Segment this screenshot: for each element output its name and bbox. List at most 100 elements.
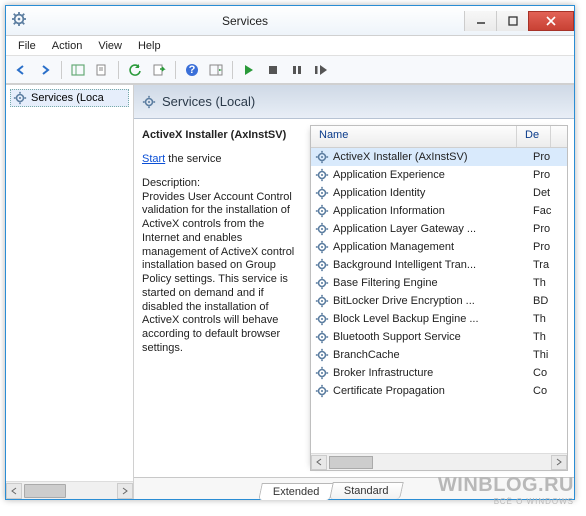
tab-extended[interactable]: Extended	[258, 483, 334, 500]
window-controls	[464, 11, 574, 31]
gear-icon	[315, 348, 329, 362]
menu-action[interactable]: Action	[44, 38, 91, 54]
column-name[interactable]: Name	[311, 126, 517, 147]
description-text: Provides User Account Control validation…	[142, 191, 304, 356]
list-header-label: Services (Local)	[162, 94, 255, 109]
gear-icon	[315, 294, 329, 308]
service-row[interactable]: Background Intelligent Tran...Tra	[311, 256, 567, 274]
start-service-button[interactable]	[238, 59, 260, 81]
close-button[interactable]	[528, 11, 574, 31]
refresh-button[interactable]	[124, 59, 146, 81]
forward-button[interactable]	[34, 59, 56, 81]
toolbar: ?	[6, 56, 574, 84]
service-desc: Fac	[533, 205, 567, 217]
toolbar-separator	[61, 61, 62, 79]
export-button[interactable]	[148, 59, 170, 81]
service-desc: Thi	[533, 349, 567, 361]
service-name: Application Management	[333, 241, 529, 253]
gear-icon	[142, 95, 156, 109]
help-button[interactable]: ?	[181, 59, 203, 81]
service-desc: Th	[533, 277, 567, 289]
service-row[interactable]: Application Management Pro	[311, 238, 567, 256]
tree-root-services[interactable]: Services (Loca	[10, 89, 129, 107]
detail-pane: ActiveX Installer (AxInstSV) Start the s…	[140, 125, 310, 471]
show-hide-tree-button[interactable]	[67, 59, 89, 81]
maximize-button[interactable]	[496, 11, 528, 31]
menu-view[interactable]: View	[90, 38, 130, 54]
stop-service-button[interactable]	[262, 59, 284, 81]
scroll-right-icon[interactable]	[551, 455, 567, 470]
service-row[interactable]: Block Level Backup Engine ...Th	[311, 310, 567, 328]
gear-icon	[315, 258, 329, 272]
tree: Services (Loca	[6, 85, 133, 481]
column-headers: Name De	[311, 126, 567, 148]
service-row[interactable]: Broker InfrastructureCo	[311, 364, 567, 382]
service-desc: Co	[533, 385, 567, 397]
selected-service-name: ActiveX Installer (AxInstSV)	[142, 129, 304, 141]
window-title: Services	[26, 14, 464, 28]
restart-service-button[interactable]	[310, 59, 332, 81]
menu-file[interactable]: File	[10, 38, 44, 54]
service-row[interactable]: Bluetooth Support Service Th	[311, 328, 567, 346]
service-name: Bluetooth Support Service	[333, 331, 529, 343]
gear-icon	[315, 150, 329, 164]
tab-standard[interactable]: Standard	[330, 482, 404, 499]
tree-root-label: Services (Loca	[31, 92, 104, 104]
properties-button[interactable]	[91, 59, 113, 81]
scroll-right-icon[interactable]	[117, 483, 133, 499]
menu-help[interactable]: Help	[130, 38, 169, 54]
content-area: ActiveX Installer (AxInstSV) Start the s…	[134, 119, 574, 477]
scroll-left-icon[interactable]	[311, 455, 327, 470]
services-window: Services File Action View Help ?	[5, 5, 575, 500]
service-row[interactable]: Application Information Fac	[311, 202, 567, 220]
service-name: Application Layer Gateway ...	[333, 223, 529, 235]
gear-icon	[315, 312, 329, 326]
service-desc: Pro	[533, 241, 567, 253]
service-row[interactable]: Application Experience Pro	[311, 166, 567, 184]
column-description[interactable]: De	[517, 126, 551, 147]
service-name: Base Filtering Engine	[333, 277, 529, 289]
service-desc: Pro	[533, 169, 567, 181]
body-split: Services (Loca Services (Local) ActiveX …	[6, 84, 574, 499]
service-row[interactable]: Base Filtering Engine Th	[311, 274, 567, 292]
service-row[interactable]: BranchCacheThi	[311, 346, 567, 364]
start-link[interactable]: Start	[142, 153, 165, 165]
gear-icon	[315, 204, 329, 218]
titlebar: Services	[6, 6, 574, 36]
service-row[interactable]: ActiveX Installer (AxInstSV)Pro	[311, 148, 567, 166]
service-name: Application Experience	[333, 169, 529, 181]
description-label: Description:	[142, 177, 304, 191]
service-row[interactable]: Application IdentityDet	[311, 184, 567, 202]
service-name: Certificate Propagation	[333, 385, 529, 397]
toolbar-separator	[232, 61, 233, 79]
scroll-thumb[interactable]	[329, 456, 373, 469]
start-line: Start the service	[142, 153, 304, 167]
view-tabs: Extended Standard	[134, 477, 574, 499]
scroll-left-icon[interactable]	[6, 483, 22, 499]
start-suffix: the service	[165, 153, 221, 165]
list-rows: ActiveX Installer (AxInstSV)ProApplicati…	[311, 148, 567, 453]
service-row[interactable]: BitLocker Drive Encryption ...BD	[311, 292, 567, 310]
service-desc: Th	[533, 331, 567, 343]
list-hscroll[interactable]	[311, 453, 567, 470]
service-desc: Pro	[533, 151, 567, 163]
service-desc: Th	[533, 313, 567, 325]
action-pane-button[interactable]	[205, 59, 227, 81]
gear-icon	[315, 222, 329, 236]
back-button[interactable]	[10, 59, 32, 81]
service-row[interactable]: Certificate Propagation Co	[311, 382, 567, 400]
minimize-button[interactable]	[464, 11, 496, 31]
service-name: Application Information	[333, 205, 529, 217]
gear-icon	[315, 330, 329, 344]
service-name: Application Identity	[333, 187, 529, 199]
gear-icon	[315, 276, 329, 290]
toolbar-separator	[175, 61, 176, 79]
service-row[interactable]: Application Layer Gateway ... Pro	[311, 220, 567, 238]
service-desc: Pro	[533, 223, 567, 235]
gear-icon	[315, 384, 329, 398]
toolbar-separator	[118, 61, 119, 79]
menubar: File Action View Help	[6, 36, 574, 56]
tree-hscroll[interactable]	[6, 481, 133, 499]
pause-service-button[interactable]	[286, 59, 308, 81]
scroll-thumb[interactable]	[24, 484, 66, 498]
